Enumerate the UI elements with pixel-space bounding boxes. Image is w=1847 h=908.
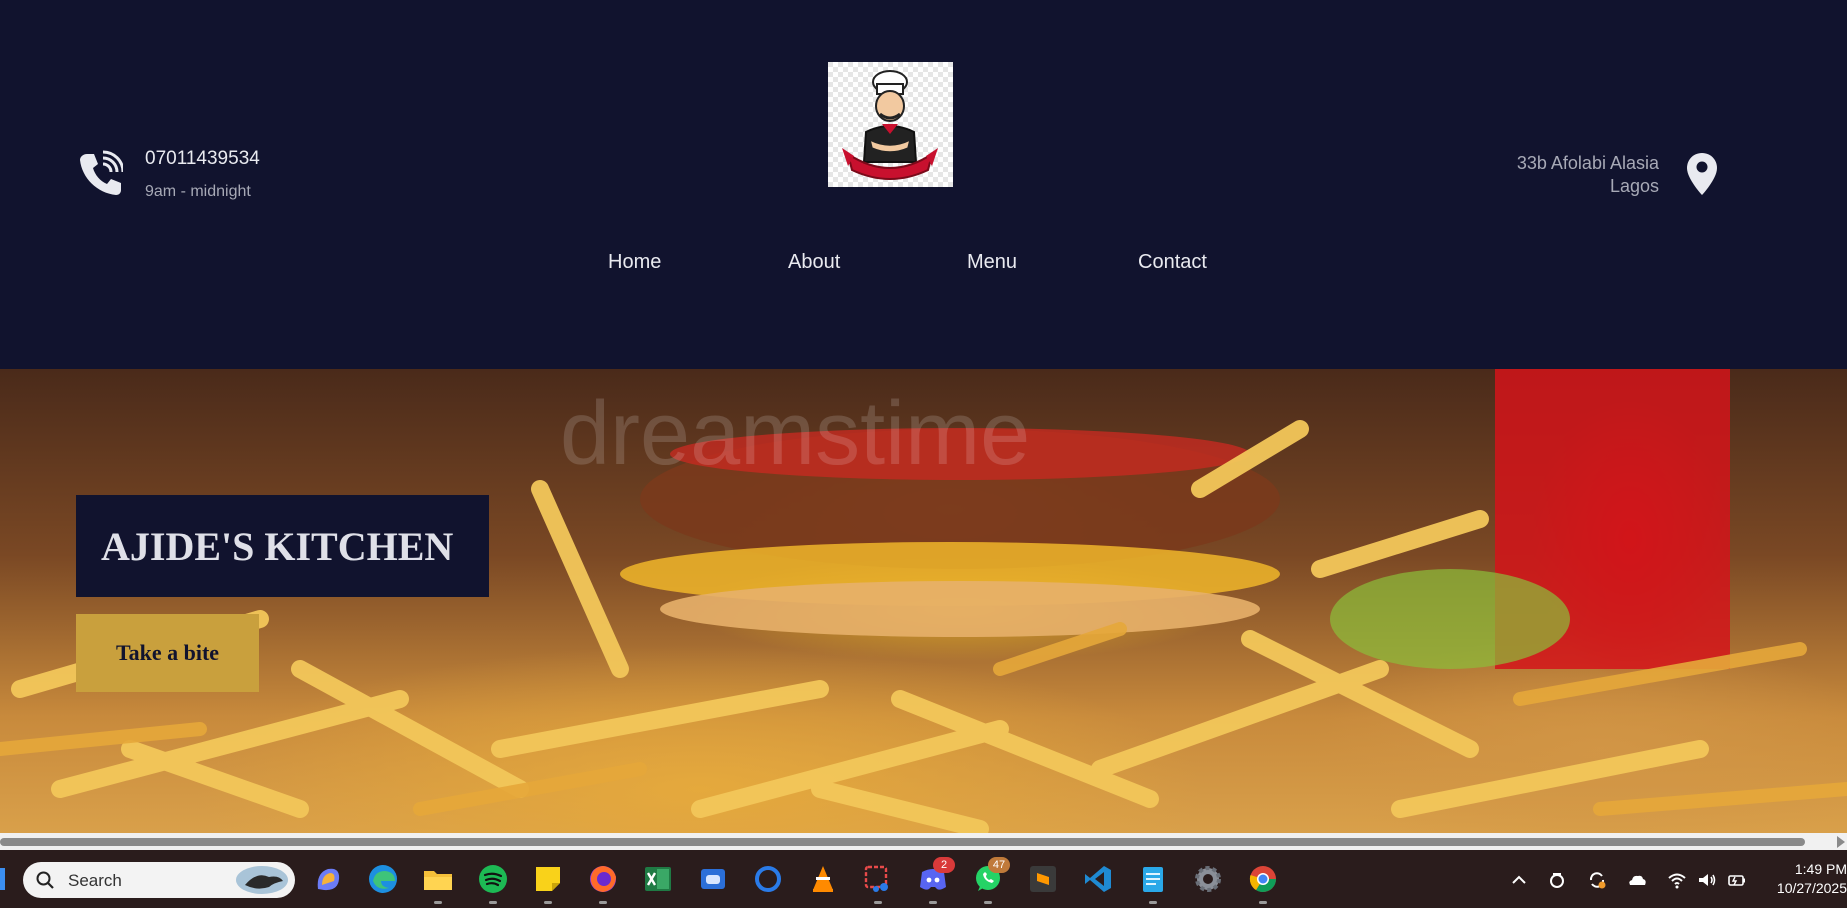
running-indicator bbox=[929, 901, 937, 904]
running-indicator bbox=[984, 901, 992, 904]
scrollbar-thumb[interactable] bbox=[0, 838, 1805, 846]
brand-title-box: AJIDE'S KITCHEN bbox=[76, 495, 489, 597]
nav-contact[interactable]: Contact bbox=[1138, 251, 1207, 274]
file-explorer-icon[interactable] bbox=[422, 863, 454, 904]
hero-banner: dreamstime bbox=[0, 369, 1847, 833]
running-indicator bbox=[874, 901, 882, 904]
notification-badge: 47 bbox=[988, 857, 1010, 873]
address-line-1: 33b Afolabi Alasia bbox=[1516, 153, 1659, 173]
volume-icon[interactable] bbox=[1697, 870, 1717, 890]
start-button-edge[interactable] bbox=[0, 868, 5, 890]
nav-home[interactable]: Home bbox=[608, 251, 661, 274]
clock-date: 10/27/2025 bbox=[1776, 880, 1847, 896]
cta-label: Take a bite bbox=[115, 640, 220, 665]
running-indicator bbox=[434, 901, 442, 904]
game-bar-icon[interactable] bbox=[697, 863, 729, 895]
snipping-tool-icon[interactable] bbox=[862, 863, 894, 904]
nav-about[interactable]: About bbox=[788, 251, 840, 274]
spotify-icon[interactable] bbox=[477, 863, 509, 904]
running-indicator bbox=[489, 901, 497, 904]
chef-logo[interactable] bbox=[828, 62, 953, 187]
running-indicator bbox=[1259, 901, 1267, 904]
address: 33b Afolabi Alasia Lagos bbox=[1517, 152, 1659, 198]
sticky-notes-icon[interactable] bbox=[532, 863, 564, 904]
edge-icon[interactable] bbox=[367, 863, 399, 895]
watermark-text: dreamstime bbox=[560, 384, 1030, 484]
running-indicator bbox=[544, 901, 552, 904]
location-pin-icon bbox=[1687, 153, 1717, 195]
vlc-icon[interactable] bbox=[807, 863, 839, 895]
phone-number: 07011439534 bbox=[145, 148, 260, 169]
phone-icon bbox=[80, 150, 123, 195]
whatsapp-icon[interactable]: 47 bbox=[972, 857, 1010, 904]
onedrive-icon[interactable] bbox=[1627, 870, 1647, 890]
chef-logo-art bbox=[828, 62, 953, 187]
scroll-right-arrow-icon[interactable] bbox=[1837, 836, 1845, 848]
system-clock[interactable]: 1:49 PM 10/27/2025 bbox=[1768, 860, 1847, 898]
take-a-bite-button[interactable]: Take a bite bbox=[76, 614, 259, 692]
excel-icon[interactable] bbox=[642, 863, 674, 895]
taskbar-search-box[interactable]: Search bbox=[23, 862, 295, 898]
sublime-text-icon[interactable] bbox=[1027, 863, 1059, 895]
food-background-image: dreamstime bbox=[0, 369, 1847, 833]
search-highlight-bird-icon bbox=[236, 866, 288, 894]
chrome-icon[interactable] bbox=[1247, 863, 1279, 904]
settings-icon[interactable] bbox=[1192, 863, 1224, 895]
address-line-2: Lagos bbox=[1609, 176, 1659, 196]
running-indicator bbox=[599, 901, 607, 904]
notification-badge: 2 bbox=[933, 857, 955, 873]
cortana-icon[interactable] bbox=[752, 863, 784, 895]
opening-hours: 9am - midnight bbox=[145, 183, 251, 200]
firefox-icon[interactable] bbox=[587, 863, 619, 904]
update-icon[interactable] bbox=[1587, 870, 1607, 890]
notepad-icon[interactable] bbox=[1137, 863, 1169, 904]
vscode-icon[interactable] bbox=[1082, 863, 1114, 895]
site-header: 07011439534 9am - midnight 33b Afolabi A… bbox=[0, 0, 1847, 369]
clock-time: 1:49 PM bbox=[1794, 861, 1847, 877]
running-indicator bbox=[1149, 901, 1157, 904]
battery-icon[interactable] bbox=[1727, 870, 1747, 890]
discord-icon[interactable]: 2 bbox=[917, 857, 955, 904]
windows-taskbar: Search 2 47 1:49 PM 10/27/2025 bbox=[0, 850, 1847, 908]
sync-app-icon[interactable] bbox=[1547, 870, 1567, 890]
search-icon bbox=[36, 871, 54, 889]
copilot-icon[interactable] bbox=[312, 863, 344, 895]
search-placeholder: Search bbox=[68, 871, 122, 890]
brand-title: AJIDE'S KITCHEN bbox=[101, 524, 454, 569]
wifi-icon[interactable] bbox=[1667, 870, 1687, 890]
nav-menu[interactable]: Menu bbox=[967, 251, 1017, 274]
chevron-up-icon[interactable] bbox=[1509, 870, 1529, 890]
horizontal-scrollbar[interactable] bbox=[0, 833, 1847, 850]
